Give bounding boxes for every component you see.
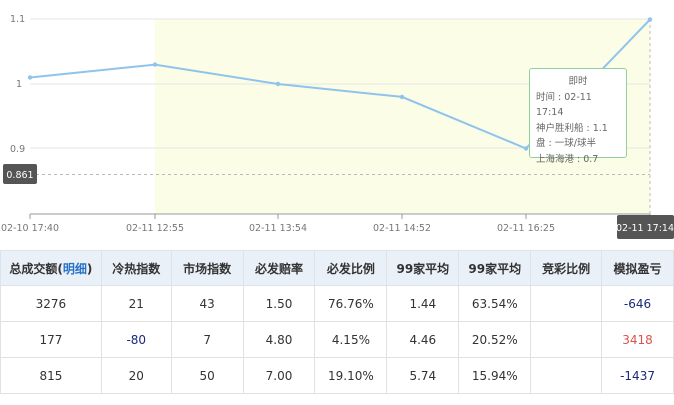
y-tick-label-3: 0.9	[10, 144, 25, 155]
table-row: 815 20 50 7.00 19.10% 5.74 15.94% -1437	[0, 357, 674, 394]
tooltip-away-odds: 上海海港 : 0.7	[536, 153, 599, 165]
header-lottery-ratio: 竞彩比例	[530, 250, 603, 286]
cell-total-volume: 815	[0, 357, 102, 394]
tooltip-title: 即时	[568, 76, 588, 87]
x-tick-label: 02-11 13:54	[249, 223, 307, 234]
tooltip-time: 时间 : 02-11 17:14	[536, 91, 592, 119]
data-point[interactable]	[27, 75, 33, 80]
cell-market-index: 43	[170, 285, 244, 322]
cell-avg-99-odds: 4.46	[386, 321, 460, 358]
cell-betfair-ratio: 76.76%	[314, 285, 388, 322]
x-tick-label: 02-11 14:52	[373, 223, 431, 234]
cell-market-index: 50	[170, 357, 244, 394]
cell-heat-index: -80	[100, 321, 172, 358]
x-tick-label: 02-11 12:55	[126, 223, 184, 234]
cell-betfair-odds: 7.00	[242, 357, 316, 394]
cell-lottery-ratio	[530, 321, 603, 358]
header-avg-99-ratio: 99家平均	[458, 250, 532, 286]
cell-simulated-pnl: -1437	[601, 357, 674, 394]
x-tick-label: 02-10 17:40	[1, 223, 59, 234]
header-betfair-odds: 必发赔率	[242, 250, 316, 286]
cell-betfair-odds: 1.50	[242, 285, 316, 322]
table-row: 3276 21 43 1.50 76.76% 1.44 63.54% -646	[0, 285, 674, 322]
cell-simulated-pnl: 3418	[601, 321, 674, 358]
data-point[interactable]	[275, 81, 281, 87]
cell-avg-99-odds: 1.44	[386, 285, 460, 322]
chart-tooltip: 即时 时间 : 02-11 17:14 神户胜利船 : 1.1 盘 : 一球/球…	[529, 68, 627, 165]
cell-total-volume: 3276	[0, 285, 102, 322]
cell-avg-99-ratio: 20.52%	[458, 321, 532, 358]
table-row: 177 -80 7 4.80 4.15% 4.46 20.52% 3418	[0, 321, 674, 358]
cell-heat-index: 20	[100, 357, 172, 394]
cell-betfair-odds: 4.80	[242, 321, 316, 358]
header-simulated-pnl: 模拟盈亏	[601, 250, 674, 286]
x-value-marker-label: 02-11 17:14	[616, 223, 674, 234]
y-tick-label-2: 1	[16, 79, 22, 90]
tooltip-home-odds: 神户胜利船 : 1.1	[536, 122, 608, 134]
cell-heat-index: 21	[100, 285, 172, 322]
stats-table: 总成交额(明细) 冷热指数 市场指数 必发赔率 必发比例 99家平均 99家平均…	[0, 250, 674, 394]
cell-lottery-ratio	[530, 357, 603, 394]
cell-market-index: 7	[170, 321, 244, 358]
header-betfair-ratio: 必发比例	[314, 250, 388, 286]
cell-betfair-ratio: 19.10%	[314, 357, 388, 394]
header-heat-index: 冷热指数	[100, 250, 172, 286]
header-market-index: 市场指数	[170, 250, 244, 286]
data-point[interactable]	[399, 94, 405, 100]
cell-avg-99-ratio: 15.94%	[458, 357, 532, 394]
data-point[interactable]	[152, 62, 158, 67]
cell-simulated-pnl: -646	[601, 285, 674, 322]
data-point[interactable]	[523, 146, 529, 151]
y-tick-label-1: 1.1	[10, 14, 25, 25]
cell-betfair-ratio: 4.15%	[314, 321, 388, 358]
header-total-volume: 总成交额(明细)	[0, 250, 102, 286]
table-header-row: 总成交额(明细) 冷热指数 市场指数 必发赔率 必发比例 99家平均 99家平均…	[0, 250, 674, 286]
cell-avg-99-ratio: 63.54%	[458, 285, 532, 322]
data-point[interactable]	[647, 17, 653, 22]
cell-lottery-ratio	[530, 285, 603, 322]
detail-link[interactable]: 明细	[63, 262, 87, 276]
tooltip-handicap: 盘 : 一球/球半	[536, 138, 596, 149]
cell-total-volume: 177	[0, 321, 102, 358]
x-tick-label: 02-11 16:25	[497, 223, 555, 234]
header-avg-99-odds: 99家平均	[386, 250, 460, 286]
y-value-marker-label: 0.861	[6, 170, 33, 181]
cell-avg-99-odds: 5.74	[386, 357, 460, 394]
